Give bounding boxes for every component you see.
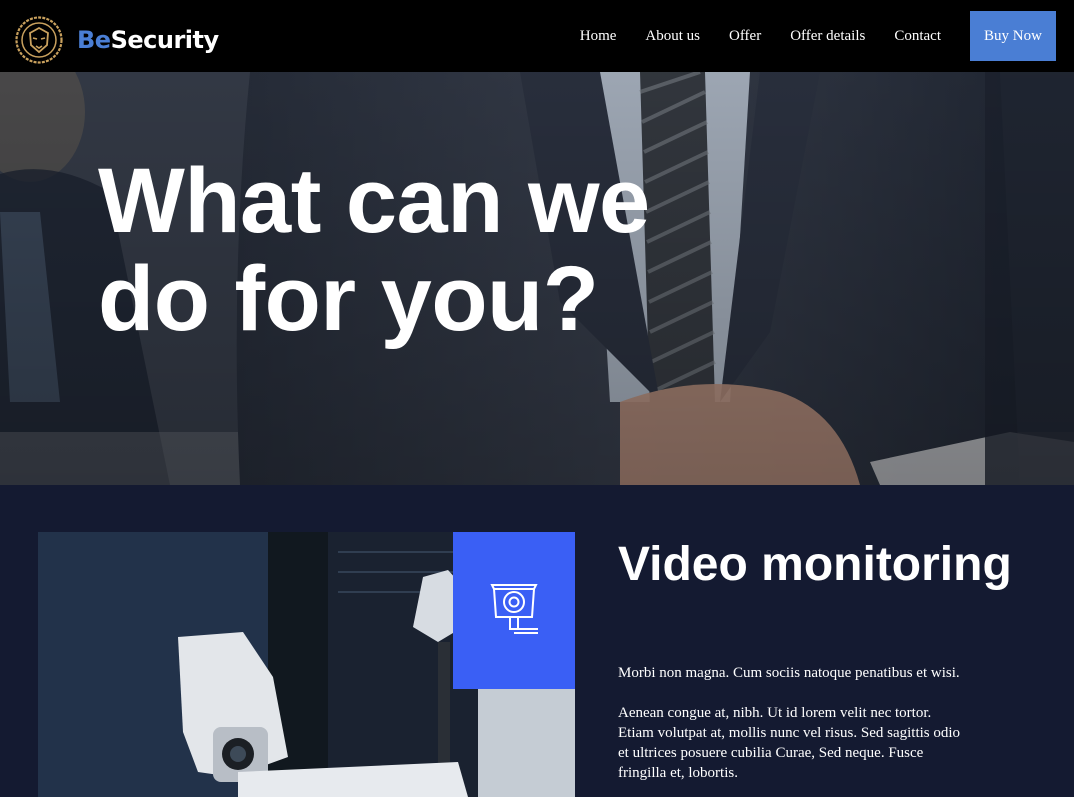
service-paragraph: Aenean congue at, nibh. Ut id lorem veli… bbox=[618, 705, 961, 781]
brand-prefix: Be bbox=[77, 26, 111, 54]
brand-suffix: Security bbox=[110, 26, 220, 54]
brand-name: BeSecurity bbox=[77, 28, 219, 52]
nav-offer-details[interactable]: Offer details bbox=[790, 28, 865, 45]
main-menu: Home About us Offer Offer details Contac… bbox=[580, 11, 1056, 61]
hero-section: What can we do for you? bbox=[0, 72, 1074, 485]
lion-logo-icon bbox=[15, 16, 63, 64]
service-section: Video monitoring Morbi non magna. Cum so… bbox=[0, 485, 1074, 797]
buy-now-button[interactable]: Buy Now bbox=[970, 11, 1056, 61]
service-title: Video monitoring bbox=[618, 538, 1012, 591]
nav-offer[interactable]: Offer bbox=[729, 28, 761, 45]
nav-home[interactable]: Home bbox=[580, 28, 617, 45]
nav-contact[interactable]: Contact bbox=[894, 28, 941, 45]
nav-about-us[interactable]: About us bbox=[645, 28, 700, 45]
hero-title: What can we do for you? bbox=[98, 150, 650, 350]
security-camera-icon bbox=[490, 583, 538, 634]
service-description: Morbi non magna. Cum sociis natoque pena… bbox=[618, 663, 968, 797]
brand-logo[interactable]: BeSecurity bbox=[14, 15, 219, 65]
service-icon-box bbox=[453, 532, 575, 689]
top-navbar: BeSecurity Home About us Offer Offer det… bbox=[0, 0, 1074, 72]
service-paragraph: Morbi non magna. Cum sociis natoque pena… bbox=[618, 665, 960, 681]
